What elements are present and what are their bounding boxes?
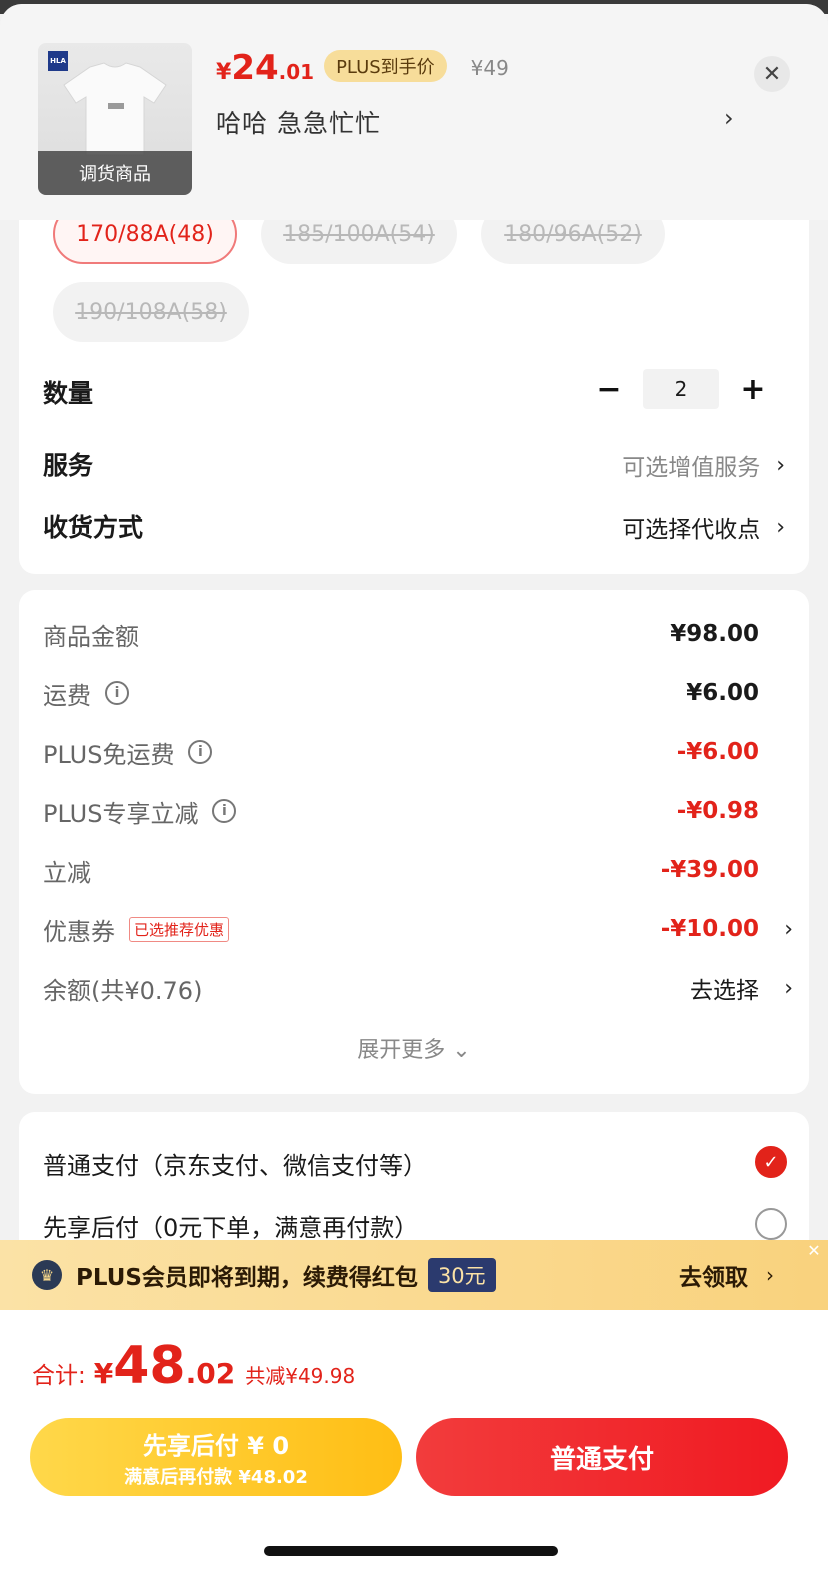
pay-later-button[interactable]: 先享后付 ¥ 0 满意后再付款 ¥48.02 [30, 1418, 402, 1496]
quantity-stepper: − 2 + [589, 369, 773, 409]
expand-more-button[interactable]: 展开更多 ⌄ [19, 1032, 809, 1064]
thumb-tag: 调货商品 [38, 151, 192, 195]
chevron-right-icon: › [776, 514, 785, 540]
plus-button[interactable]: + [733, 372, 773, 407]
home-indicator [264, 1546, 558, 1556]
radio-checked-icon[interactable]: ✓ [755, 1146, 787, 1178]
chevron-right-icon: › [776, 452, 785, 478]
plus-price-badge: PLUS到手价 [324, 50, 447, 82]
fee-value: -¥39.00 [660, 857, 759, 883]
delivery-selector[interactable]: 可选择代收点 › [622, 510, 785, 544]
product-header: HLA 调货商品 ¥ 24 .01 PLUS到手价 ¥49 哈哈 急急忙忙 › … [0, 4, 828, 220]
service-selector[interactable]: 可选增值服务 › [622, 448, 785, 482]
banner-close-icon[interactable]: ✕ [800, 1236, 828, 1264]
radio-unchecked-icon[interactable] [755, 1208, 787, 1240]
fee-value: ¥98.00 [670, 621, 759, 647]
tshirt-image [63, 62, 167, 156]
checkout-sheet: 170/88A(48) 185/100A(54) 180/96A(52) 190… [0, 4, 828, 1586]
expand-label: 展开更多 [357, 1038, 446, 1063]
info-icon[interactable]: i [212, 799, 237, 823]
quantity-value[interactable]: 2 [643, 369, 719, 409]
chevron-right-icon: › [784, 975, 793, 1001]
quantity-label: 数量 [43, 379, 94, 408]
price-int: 24 [231, 48, 279, 88]
plus-renew-banner[interactable]: ♛ PLUS会员即将到期，续费得红包 30元 去领取 › ✕ [0, 1240, 828, 1310]
chevron-right-icon: › [766, 1263, 774, 1287]
total-label: 合计: [32, 1363, 86, 1389]
size-chip: 190/108A(58) [53, 282, 249, 342]
plus-banner-text: PLUS会员即将到期，续费得红包 [76, 1265, 418, 1291]
fee-value: 去选择 [690, 978, 759, 1004]
original-price: ¥49 [470, 56, 509, 80]
fee-value: -¥0.98 [676, 798, 759, 824]
close-button[interactable]: ✕ [754, 56, 790, 92]
fee-value: -¥6.00 [676, 739, 759, 765]
fee-label: 运费 [43, 681, 91, 710]
coupon-tag: 已选推荐优惠 [129, 916, 230, 942]
fee-value: -¥10.00 [660, 916, 759, 942]
chevron-down-icon: ⌄ [452, 1038, 471, 1063]
fee-row-instant-discount: 立减 -¥39.00 [43, 850, 785, 890]
chevron-right-icon: › [784, 916, 793, 942]
payment-option-later[interactable]: 先享后付（0元下单，满意再付款） [43, 1208, 418, 1243]
total-symbol: ¥ [93, 1357, 114, 1390]
total-int: 48 [113, 1336, 186, 1396]
fee-row-shipping: 运费 i ¥6.00 [43, 673, 785, 713]
service-value: 可选增值服务 [622, 455, 761, 481]
price-dec: .01 [278, 60, 315, 84]
pay-later-line1: 先享后付 ¥ 0 [142, 1431, 290, 1460]
price-symbol: ¥ [216, 60, 232, 85]
fee-row-balance[interactable]: 余额(共¥0.76) 去选择 › [43, 968, 793, 1008]
fee-label: PLUS专享立减 [43, 799, 199, 828]
plus-banner-cta[interactable]: 去领取 [679, 1258, 748, 1292]
chevron-right-icon[interactable]: › [724, 104, 734, 132]
fee-label: 商品金额 [43, 622, 139, 651]
total-dec: .02 [185, 1357, 236, 1390]
fee-card: 商品金额 ¥98.00 运费 i ¥6.00 PLUS免运费 i -¥6.00 PL… [19, 590, 809, 1094]
total-saved: 共减¥49.98 [245, 1364, 356, 1388]
delivery-label: 收货方式 [43, 513, 144, 542]
service-label: 服务 [43, 451, 94, 480]
fee-row-plus-discount: PLUS专享立减 i -¥0.98 [43, 791, 785, 831]
info-icon[interactable]: i [105, 681, 129, 705]
product-thumbnail[interactable]: HLA 调货商品 [38, 43, 192, 195]
fee-label: 立减 [43, 858, 91, 887]
pay-later-line2: 满意后再付款 ¥48.02 [124, 1466, 308, 1488]
product-title[interactable]: 哈哈 急急忙忙 [216, 104, 381, 140]
total-amount: 合计: ¥ 48 .02 共减¥49.98 [32, 1336, 355, 1396]
fee-row-coupon[interactable]: 优惠券 已选推荐优惠 -¥10.00 › [43, 909, 793, 949]
checkout-bar: 合计: ¥ 48 .02 共减¥49.98 先享后付 ¥ 0 满意后再付款 ¥4… [0, 1310, 828, 1586]
fee-value: ¥6.00 [686, 680, 759, 706]
payment-option-normal[interactable]: 普通支付（京东支付、微信支付等） [43, 1146, 427, 1181]
fee-row-plus-shipping: PLUS免运费 i -¥6.00 [43, 732, 785, 772]
info-icon[interactable]: i [188, 740, 213, 764]
close-icon: ✕ [762, 61, 782, 87]
fee-row-goods: 商品金额 ¥98.00 [43, 614, 785, 654]
plus-banner-amount: 30元 [427, 1258, 496, 1292]
fee-label: PLUS免运费 [43, 740, 175, 769]
fee-label: 余额(共¥0.76) [43, 976, 203, 1005]
delivery-value: 可选择代收点 [622, 517, 761, 543]
fee-label: 优惠券 [43, 917, 115, 946]
pay-now-button[interactable]: 普通支付 [416, 1418, 788, 1496]
plus-crown-icon: ♛ [32, 1260, 62, 1290]
product-price: ¥ 24 .01 PLUS到手价 ¥49 [216, 48, 509, 88]
minus-button[interactable]: − [589, 372, 629, 407]
